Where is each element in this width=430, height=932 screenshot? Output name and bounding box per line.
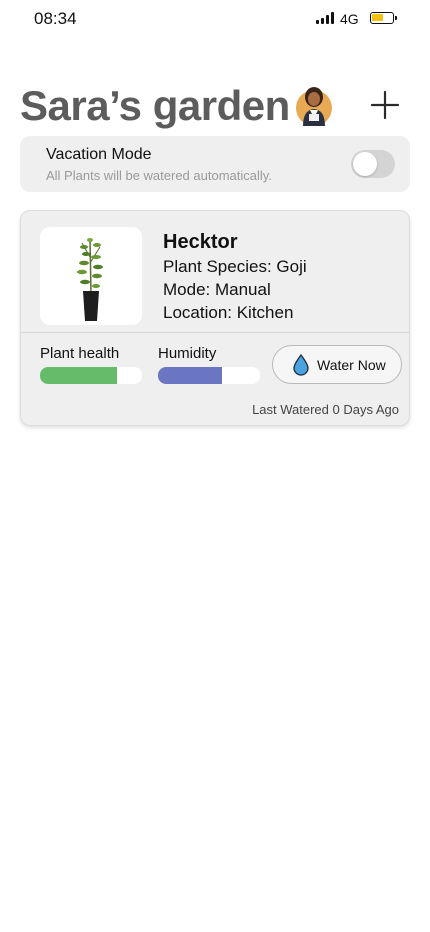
last-watered-text: Last Watered 0 Days Ago	[252, 402, 399, 417]
vacation-mode-title: Vacation Mode	[46, 146, 152, 163]
add-plant-button[interactable]	[364, 84, 406, 126]
battery-cap	[395, 16, 397, 20]
plant-name: Hecktor	[163, 231, 238, 253]
vacation-mode-toggle[interactable]	[351, 150, 395, 178]
plant-health-label: Plant health	[40, 345, 120, 362]
page-title: Sara’s garden	[20, 82, 290, 129]
plant-health-bar	[40, 367, 142, 384]
humidity-bar	[158, 367, 260, 384]
plant-location: Location: Kitchen	[163, 303, 294, 322]
status-time: 08:34	[34, 9, 77, 28]
plant-health-fill	[40, 367, 117, 384]
network-type: 4G	[340, 11, 359, 27]
card-divider	[21, 332, 409, 333]
water-now-button[interactable]: Water Now	[272, 345, 402, 384]
plant-mode: Mode: Manual	[163, 280, 271, 299]
plant-card[interactable]: Hecktor Plant Species: Goji Mode: Manual…	[20, 210, 410, 426]
plus-icon	[370, 90, 400, 120]
water-now-label: Water Now	[317, 357, 386, 373]
vacation-mode-subtitle: All Plants will be watered automatically…	[46, 168, 272, 183]
toggle-knob	[353, 152, 377, 176]
water-drop-icon	[293, 354, 309, 376]
status-bar: 08:34 4G	[0, 0, 430, 40]
plant-photo	[40, 227, 142, 325]
humidity-fill	[158, 367, 223, 384]
plant-species: Plant Species: Goji	[163, 257, 307, 276]
humidity-label: Humidity	[158, 345, 217, 362]
signal-icon	[316, 12, 334, 24]
vacation-mode-card: Vacation Mode All Plants will be watered…	[20, 136, 410, 192]
avatar[interactable]	[295, 84, 333, 126]
battery-icon	[370, 12, 394, 24]
